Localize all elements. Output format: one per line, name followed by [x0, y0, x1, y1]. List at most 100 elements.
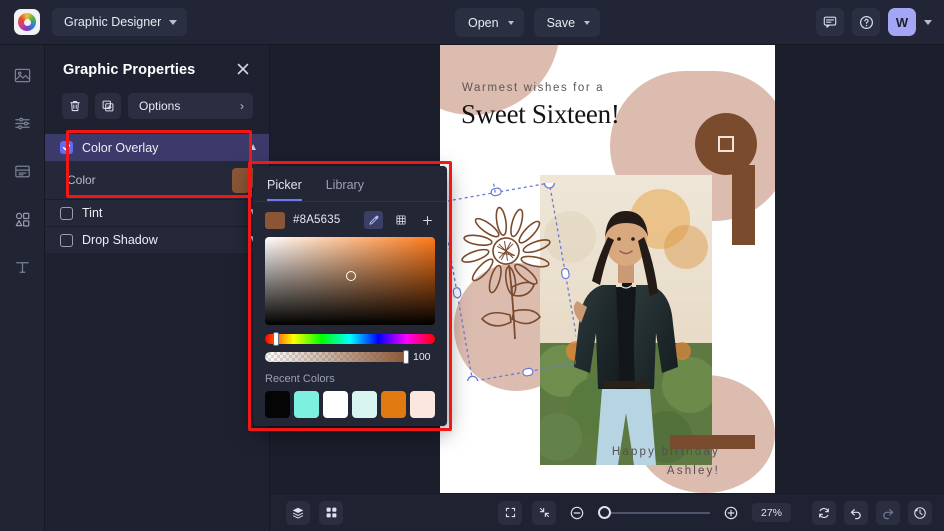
picker-hex-row: #8A5635: [253, 202, 447, 229]
recent-color-swatch[interactable]: [352, 391, 377, 418]
hex-value[interactable]: #8A5635: [293, 214, 356, 226]
design-footer-line1: Happy birthday: [611, 446, 720, 458]
picker-tabs: Picker Library: [253, 166, 447, 202]
zoom-slider-thumb[interactable]: [598, 505, 611, 519]
tint-checkbox[interactable]: [60, 206, 73, 220]
color-picker-popup[interactable]: Picker Library #8A5635 100 Recent Colors: [253, 166, 447, 426]
recent-color-swatch[interactable]: [265, 391, 290, 418]
picker-current-swatch[interactable]: [265, 211, 285, 229]
help-button[interactable]: [852, 8, 880, 36]
zoom-in-button[interactable]: [720, 502, 742, 524]
page-title: Graphic Properties: [63, 62, 196, 78]
rail-item-image[interactable]: [9, 62, 35, 88]
check-icon: [62, 144, 71, 151]
chevron-right-icon: ›: [240, 99, 244, 113]
recent-color-swatch[interactable]: [294, 391, 319, 418]
history-icon: [914, 506, 926, 519]
design-document[interactable]: Warmest wishes for a Sweet Sixteen! Happ…: [440, 45, 775, 493]
left-tool-rail: [0, 45, 45, 531]
tab-library[interactable]: Library: [326, 178, 364, 201]
workspace-switcher[interactable]: Graphic Designer: [52, 8, 188, 36]
recent-color-swatch[interactable]: [410, 391, 435, 418]
decor-circle-badge: [695, 113, 757, 175]
panel-header: Graphic Properties: [45, 45, 269, 79]
chevron-up-icon[interactable]: ▲: [248, 142, 258, 153]
alpha-slider[interactable]: [265, 350, 409, 364]
adjustments-icon: [14, 117, 30, 129]
drop-shadow-checkbox[interactable]: [60, 233, 73, 247]
design-title: Sweet Sixteen!: [461, 99, 620, 129]
zoom-level[interactable]: 27%: [752, 503, 792, 522]
zoom-slider[interactable]: [598, 505, 710, 519]
options-button[interactable]: Options ›: [128, 93, 253, 119]
open-button[interactable]: Open: [455, 8, 524, 37]
selection-box[interactable]: [448, 183, 576, 381]
bottom-right-actions: [812, 500, 932, 525]
delete-button[interactable]: [62, 93, 88, 119]
selection-handles-icon: [448, 183, 576, 381]
undo-icon: [850, 508, 861, 519]
duplicate-icon: [102, 100, 114, 112]
trash-icon: [70, 101, 80, 112]
color-overlay-checkbox[interactable]: [60, 141, 73, 154]
design-footer-line2: Ashley!: [666, 465, 720, 477]
effect-label-color-overlay: Color Overlay: [82, 140, 159, 155]
hue-slider[interactable]: [265, 332, 435, 346]
chevron-down-icon: [507, 20, 514, 25]
bottom-left-actions: [286, 500, 343, 525]
avatar[interactable]: W: [888, 8, 916, 36]
top-bar: Graphic Designer Open Save W: [0, 0, 944, 45]
add-color-button[interactable]: [418, 211, 437, 229]
undo-button[interactable]: [844, 500, 868, 525]
recent-color-swatch[interactable]: [381, 391, 406, 418]
shapes-icon: [15, 212, 29, 227]
palette-grid-button[interactable]: [391, 211, 410, 229]
comment-icon: [823, 16, 837, 28]
close-panel-button[interactable]: [235, 61, 253, 79]
comment-button[interactable]: [816, 8, 844, 36]
tab-picker[interactable]: Picker: [267, 178, 302, 201]
alpha-value[interactable]: 100: [413, 351, 435, 363]
recent-colors-row: [265, 391, 435, 418]
zoom-out-button[interactable]: [566, 502, 588, 524]
avatar-initial: W: [895, 14, 909, 30]
save-label: Save: [546, 15, 576, 30]
graphic-properties-panel: Graphic Properties Options › Color Overl…: [45, 45, 270, 531]
grid-button[interactable]: [319, 500, 343, 525]
effect-label-tint: Tint: [82, 206, 103, 220]
rail-item-layout[interactable]: [9, 158, 35, 184]
chevron-down-icon: [169, 19, 178, 25]
palette-grid-icon: [395, 215, 406, 225]
chevron-down-icon[interactable]: [924, 19, 932, 25]
duplicate-button[interactable]: [95, 93, 121, 119]
plus-icon: [423, 215, 432, 225]
color-wheel-logo-icon[interactable]: [14, 9, 40, 35]
rail-item-adjustments[interactable]: [9, 110, 35, 136]
options-label: Options: [139, 99, 181, 113]
refresh-button[interactable]: [812, 500, 836, 525]
saturation-value-area[interactable]: [265, 237, 435, 325]
decor-bar: [732, 165, 755, 245]
save-button[interactable]: Save: [533, 8, 601, 37]
history-button[interactable]: [908, 500, 932, 525]
recent-color-swatch[interactable]: [323, 391, 348, 418]
alpha-slider-thumb[interactable]: [402, 350, 409, 364]
effect-row-color-overlay[interactable]: Color Overlay ▲: [45, 134, 269, 161]
redo-button[interactable]: [876, 500, 900, 525]
effect-row-tint[interactable]: Tint ▼: [45, 199, 269, 226]
layers-button[interactable]: [286, 500, 310, 525]
zoom-controls: 27%: [498, 500, 792, 525]
rail-item-text[interactable]: [9, 254, 35, 280]
sv-cursor-handle[interactable]: [345, 270, 356, 281]
alpha-row: 100: [265, 350, 435, 364]
text-icon: [15, 261, 29, 273]
color-label: Color: [67, 173, 96, 187]
collapse-button[interactable]: [532, 500, 556, 525]
eyedropper-button[interactable]: [364, 211, 383, 229]
effect-row-drop-shadow[interactable]: Drop Shadow ▼: [45, 226, 269, 253]
fit-screen-button[interactable]: [498, 500, 522, 525]
hue-slider-thumb[interactable]: [273, 332, 280, 346]
close-icon: [237, 63, 249, 75]
effect-label-drop-shadow: Drop Shadow: [82, 233, 158, 247]
rail-item-shapes[interactable]: [9, 206, 35, 232]
